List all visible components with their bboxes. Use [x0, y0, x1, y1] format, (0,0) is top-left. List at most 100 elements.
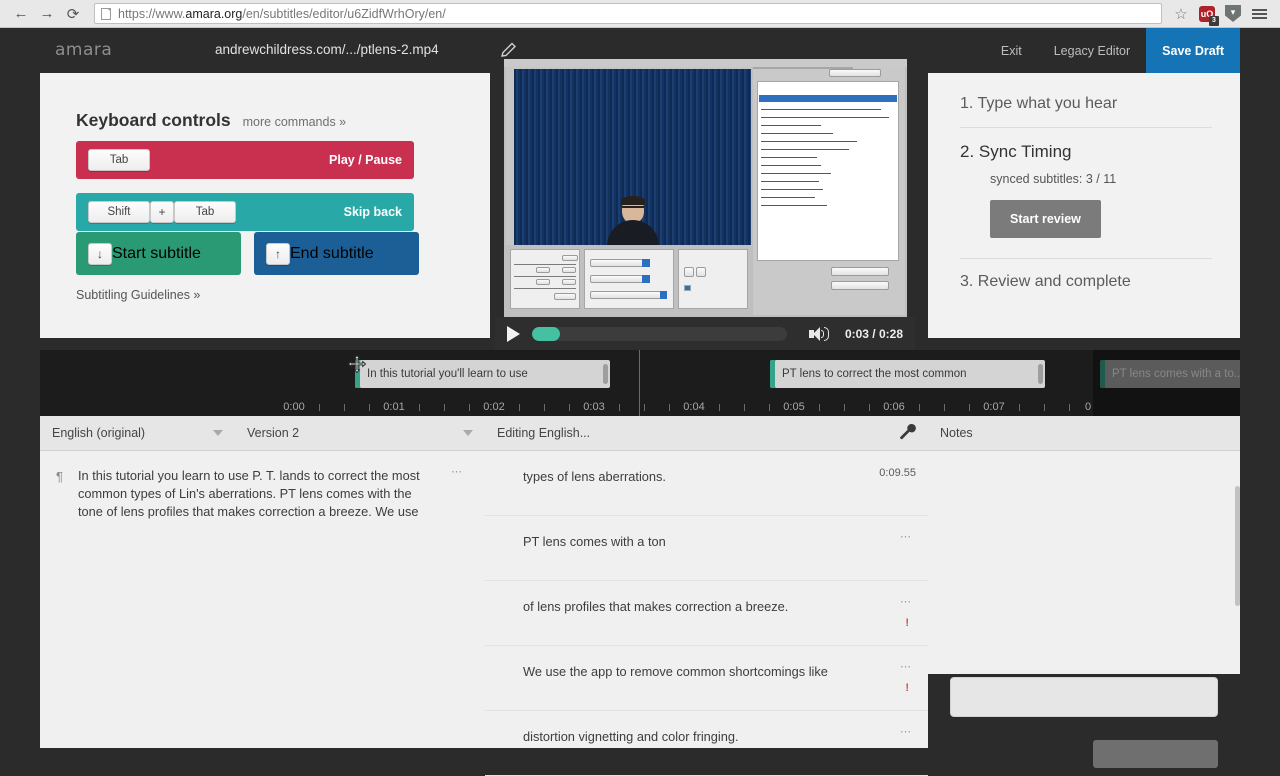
more-commands-link[interactable]: more commands » [243, 115, 347, 129]
url-domain: amara.org [185, 6, 243, 21]
keyboard-controls-title: Keyboard controls [76, 110, 231, 130]
chevron-down-icon [213, 430, 223, 436]
editing-header: Editing English... [485, 416, 928, 451]
legacy-editor-button[interactable]: Legacy Editor [1038, 28, 1146, 73]
subtitle-text: We use the app to remove common shortcom… [523, 664, 828, 679]
ruler-label: 0:07 [983, 401, 1005, 413]
video-progress-fill [532, 326, 561, 341]
volume-icon[interactable] [808, 326, 831, 342]
version-selector[interactable]: Version 2 [235, 416, 485, 451]
ellipsis-icon[interactable]: ⋯ [451, 465, 463, 478]
timeline-subtitle-text: In this tutorial you'll learn to use [367, 368, 528, 380]
hamburger-menu-icon[interactable] [1246, 2, 1272, 26]
language-selector[interactable]: English (original) [40, 416, 235, 451]
chevron-down-icon [463, 430, 473, 436]
synced-subtitles-count: synced subtitles: 3 / 11 [990, 172, 1117, 186]
video-title: andrewchildress.com/.../ptlens-2.mp4 [215, 42, 439, 57]
subtitle-row[interactable]: distortion vignetting and color fringing… [485, 711, 928, 776]
play-icon[interactable] [507, 325, 520, 342]
subtitle-text: types of lens aberrations. [523, 469, 666, 484]
reload-button[interactable]: ⟳ [60, 2, 86, 26]
wrench-icon[interactable] [899, 423, 916, 444]
ellipsis-icon[interactable]: ⋯ [900, 530, 912, 543]
page-document-icon [101, 7, 111, 20]
pilcrow-icon: ¶ [56, 469, 63, 484]
shortcut-skip-back-label: Skip back [343, 205, 402, 219]
video-content [514, 69, 751, 246]
save-draft-button[interactable]: Save Draft [1146, 28, 1240, 73]
ellipsis-icon[interactable]: ⋯ [900, 725, 912, 738]
warning-icon[interactable]: ! [905, 682, 909, 694]
exit-button[interactable]: Exit [985, 28, 1038, 73]
forward-button[interactable]: → [34, 2, 60, 26]
video-controls: 0:03 / 0:28 [495, 317, 915, 350]
browser-toolbar: ← → ⟳ https://www.amara.org/en/subtitles… [0, 0, 1280, 28]
notes-scrollbar[interactable] [1235, 486, 1240, 606]
ruler-label: 0:06 [883, 401, 905, 413]
step-review-and-complete: 3. Review and complete [960, 273, 1131, 290]
address-bar[interactable]: https://www.amara.org/en/subtitles/edito… [94, 3, 1162, 24]
timeline-subtitle-block[interactable]: In this tutorial you'll learn to use [355, 360, 610, 388]
ellipsis-icon[interactable]: ⋯ [900, 595, 912, 608]
shield-down-icon[interactable]: ▾ [1220, 2, 1246, 26]
url-path: /en/subtitles/editor/u6ZidfWrhOry/en/ [242, 6, 446, 21]
shortcut-end-subtitle-label: End subtitle [290, 244, 374, 262]
subtitle-row[interactable]: of lens profiles that makes correction a… [485, 581, 928, 646]
ruler-label: 0:01 [383, 401, 405, 413]
notes-input[interactable] [950, 677, 1218, 717]
timeline-ruler: 0:00 0:01 0:02 0:03 0:04 0:05 0:06 0:07 … [40, 392, 1240, 416]
subtitle-row[interactable]: PT lens comes with a ton ⋯ [485, 516, 928, 581]
shortcut-start-subtitle-label: Start subtitle [112, 244, 201, 262]
video-frame[interactable] [504, 59, 907, 317]
step-type-what-you-hear[interactable]: 1. Type what you hear [960, 95, 1212, 127]
shortcut-end-subtitle[interactable]: ↑ End subtitle [254, 232, 419, 275]
notes-header: Notes [928, 416, 1240, 451]
ruler-label: 0:00 [283, 401, 305, 413]
keyboard-controls-panel: Keyboard controls more commands » Tab Pl… [40, 73, 490, 338]
notes-list [928, 451, 1240, 674]
subtitle-text: of lens profiles that makes correction a… [523, 599, 789, 614]
key-arrow-down-icon: ↓ [88, 242, 112, 265]
version-label: Version 2 [247, 426, 300, 440]
step-sync-timing: 2. Sync Timing [960, 142, 1072, 161]
step-divider-2 [960, 258, 1212, 259]
ruler-label: 0:02 [483, 401, 505, 413]
shortcut-start-subtitle[interactable]: ↓ Start subtitle [76, 232, 241, 275]
amara-editor-app: amara andrewchildress.com/.../ptlens-2.m… [0, 28, 1280, 776]
notes-column: Notes [928, 416, 1240, 674]
editing-column: Editing English... types of lens aberrat… [485, 416, 928, 776]
back-button[interactable]: ← [8, 2, 34, 26]
amara-logo[interactable]: amara [55, 40, 112, 60]
reference-subtitles-pane: ¶ In this tutorial you learn to use P. T… [40, 451, 485, 748]
shortcut-play-pause[interactable]: Tab Play / Pause [76, 141, 414, 179]
reference-row[interactable]: ¶ In this tutorial you learn to use P. T… [40, 451, 485, 531]
ellipsis-icon[interactable]: ⋯ [900, 660, 912, 673]
warning-icon[interactable]: ! [905, 617, 909, 629]
start-review-button[interactable]: Start review [990, 200, 1101, 238]
key-shift: Shift [88, 201, 150, 223]
video-time-display: 0:03 / 0:28 [844, 326, 903, 341]
pencil-icon[interactable] [500, 41, 518, 59]
subtitling-guidelines-link[interactable]: Subtitling Guidelines » [76, 288, 200, 302]
url-scheme: https://www. [118, 6, 186, 21]
header-actions: Exit Legacy Editor Save Draft [985, 28, 1240, 73]
subtitle-time: 0:09.55 [879, 467, 916, 479]
bookmark-star-icon[interactable]: ☆ [1168, 2, 1194, 26]
step-divider-1 [960, 127, 1212, 128]
timeline-subtitle-block[interactable]: PT lens to correct the most common [770, 360, 1045, 388]
notes-label: Notes [940, 426, 973, 440]
subtitle-timeline[interactable]: In this tutorial you'll learn to use PT … [40, 350, 1240, 416]
subtitle-text: distortion vignetting and color fringing… [523, 729, 739, 744]
video-player: 0:03 / 0:28 [495, 58, 915, 350]
subtitle-row[interactable]: We use the app to remove common shortcom… [485, 646, 928, 711]
key-arrow-up-icon: ↑ [266, 242, 290, 265]
ublock-extension-icon[interactable]: uO 3 [1194, 2, 1220, 26]
notes-send-button[interactable] [1093, 740, 1218, 768]
video-progress-bar[interactable] [532, 326, 787, 341]
ruler-label: 0:03 [583, 401, 605, 413]
key-plus: + [150, 201, 174, 223]
reference-text: In this tutorial you learn to use P. T. … [78, 468, 420, 519]
presenter-figure [606, 196, 660, 246]
subtitle-row[interactable]: types of lens aberrations. 0:09.55 [485, 451, 928, 516]
shortcut-skip-back[interactable]: Shift + Tab Skip back [76, 193, 414, 231]
